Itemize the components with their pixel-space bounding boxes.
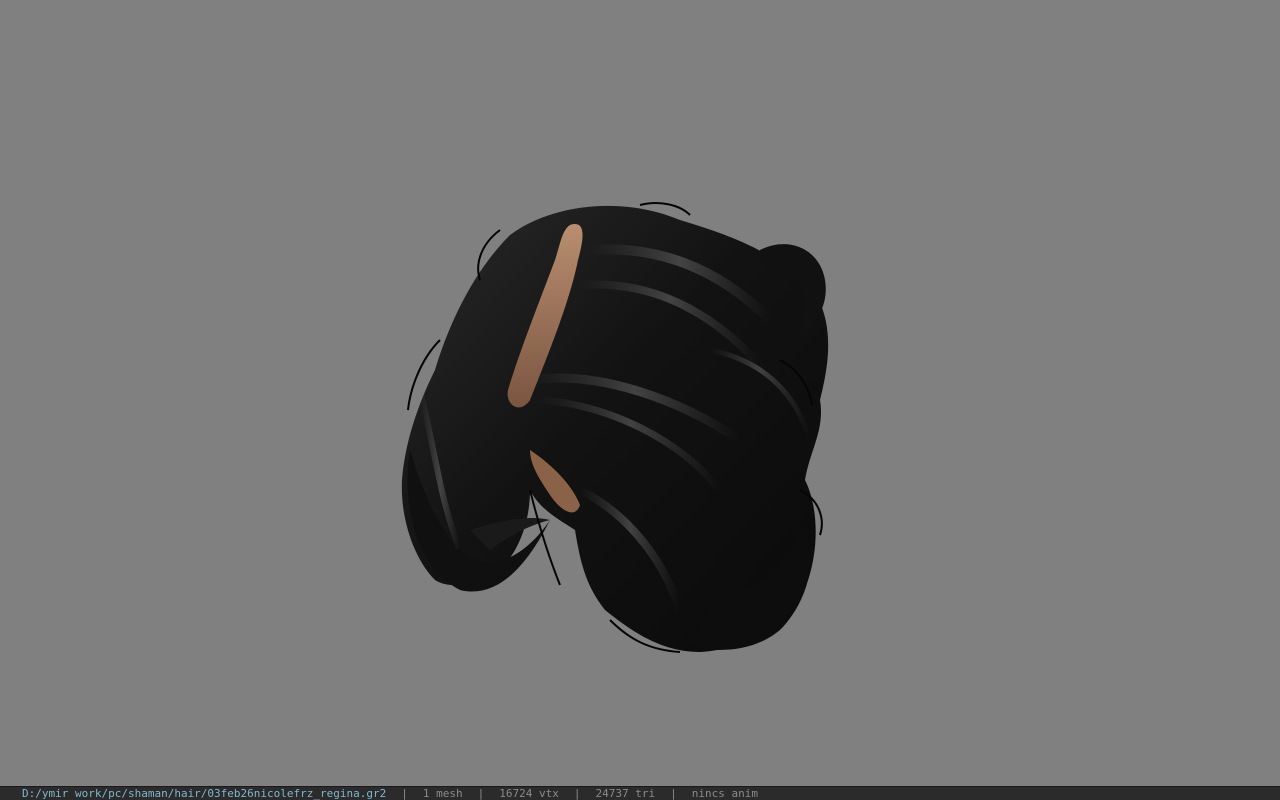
status-bar: D:/ymir work/pc/shaman/hair/03feb26nicol… (0, 786, 1280, 800)
file-path: D:/ymir work/pc/shaman/hair/03feb26nicol… (22, 787, 387, 800)
separator: | (573, 787, 581, 800)
separator: | (401, 787, 408, 800)
separator: | (670, 787, 677, 800)
triangle-count: 24737 tri (595, 787, 656, 800)
3d-viewport[interactable] (0, 0, 1280, 786)
hair-model[interactable] (380, 190, 850, 670)
anim-status: nincs anim (691, 787, 758, 800)
vertex-count: 16724 vtx (499, 787, 559, 800)
separator: | (477, 787, 485, 800)
mesh-count: 1 mesh (422, 787, 463, 800)
